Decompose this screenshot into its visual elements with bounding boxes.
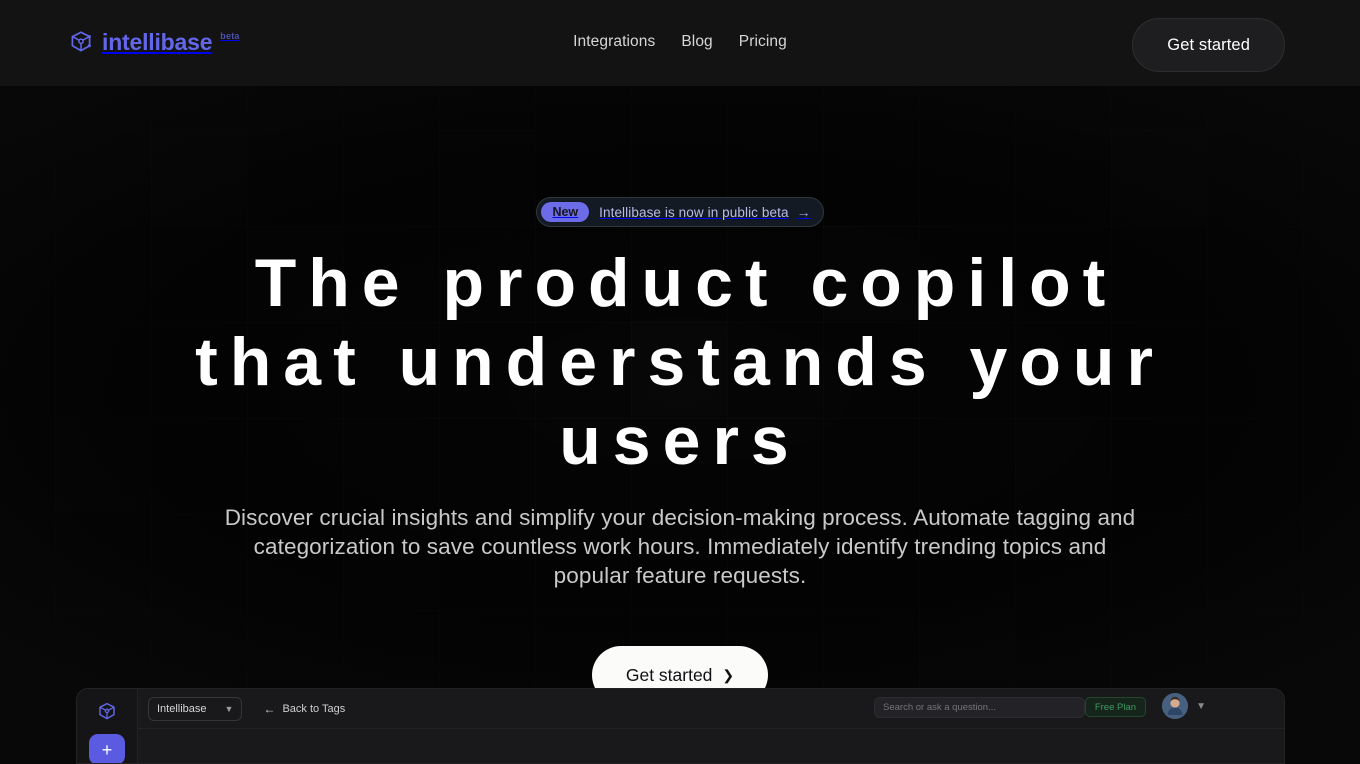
workspace-label: Intellibase xyxy=(157,702,207,715)
chevron-right-icon: ❯ xyxy=(722,666,735,683)
app-sidebar: + xyxy=(77,689,138,763)
back-to-tags-link[interactable]: ← Back to Tags xyxy=(263,702,345,716)
arrow-left-icon: ← xyxy=(263,701,276,716)
hero-section: New Intellibase is now in public beta → … xyxy=(0,86,1360,704)
badge-text: Intellibase is now in public beta xyxy=(599,204,789,220)
app-add-button[interactable]: + xyxy=(89,734,125,763)
hero-cta-label: Get started xyxy=(625,664,713,685)
nav-integrations[interactable]: Integrations xyxy=(573,33,655,51)
main-nav: Integrations Blog Pricing xyxy=(573,33,787,51)
app-preview-panel: + Intellibase ▼ ← Back to Tags Free Plan… xyxy=(76,688,1285,764)
avatar[interactable] xyxy=(1162,693,1188,719)
hero-subtitle: Discover crucial insights and simplify y… xyxy=(224,505,1136,588)
plan-badge: Free Plan xyxy=(1084,697,1146,717)
badge-new-tag: New xyxy=(541,201,590,223)
nav-pricing[interactable]: Pricing xyxy=(739,33,787,51)
announcement-badge[interactable]: New Intellibase is now in public beta → xyxy=(536,197,824,227)
brand-logo[interactable]: intellibase beta xyxy=(68,29,240,55)
avatar-image xyxy=(1162,693,1188,719)
site-header: intellibase beta Integrations Blog Prici… xyxy=(0,0,1360,86)
cube-node-icon xyxy=(99,702,115,720)
search-input[interactable] xyxy=(874,697,1085,718)
workspace-selector[interactable]: Intellibase ▼ xyxy=(148,696,243,721)
app-topbar: Intellibase ▼ ← Back to Tags Free Plan ▼ xyxy=(138,689,1284,729)
cube-node-icon xyxy=(71,31,91,52)
nav-blog[interactable]: Blog xyxy=(681,33,712,51)
brand-name: intellibase xyxy=(102,29,213,55)
back-to-tags-label: Back to Tags xyxy=(282,702,346,715)
page-title: The product copilot that understands you… xyxy=(195,245,1165,479)
header-get-started-button[interactable]: Get started xyxy=(1132,18,1285,72)
chevron-down-icon[interactable]: ▼ xyxy=(1196,701,1206,712)
chevron-down-icon: ▼ xyxy=(224,703,234,714)
brand-beta-tag: beta xyxy=(220,31,240,41)
arrow-right-icon: → xyxy=(796,204,811,220)
